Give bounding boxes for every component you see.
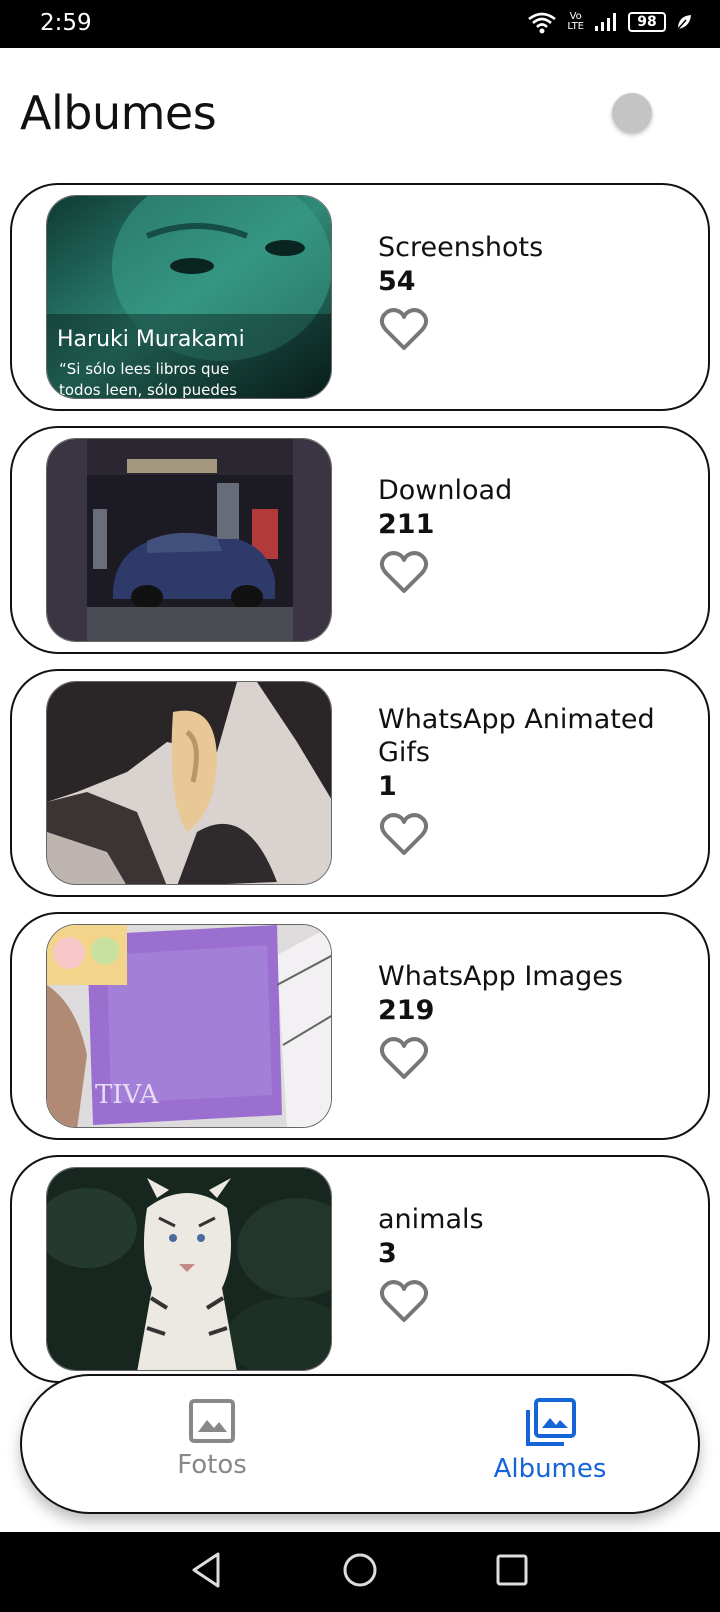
album-name: Download <box>378 475 513 506</box>
heart-outline-icon[interactable] <box>378 1033 430 1083</box>
system-navigation-bar <box>0 1532 720 1612</box>
album-thumbnail <box>46 681 332 885</box>
thumb-brand-text: TIVA <box>95 1080 160 1110</box>
nav-label-albumes: Albumes <box>493 1454 607 1484</box>
album-info: animals 3 <box>378 1203 688 1326</box>
album-count: 211 <box>378 509 435 540</box>
album-name: WhatsApp Animated Gifs <box>378 704 655 768</box>
recents-icon[interactable] <box>494 1550 530 1590</box>
album-name: WhatsApp Images <box>378 961 623 992</box>
heart-outline-icon[interactable] <box>378 1276 430 1326</box>
album-info: WhatsApp Animated Gifs 1 <box>378 703 688 859</box>
album-count: 1 <box>378 771 397 802</box>
album-thumbnail-image: TIVA <box>47 925 331 1127</box>
nav-item-fotos[interactable]: Fotos <box>112 1398 312 1480</box>
thumb-caption-name: Haruki Murakami <box>57 327 245 352</box>
album-thumbnail: TIVA <box>46 924 332 1128</box>
album-count: 3 <box>378 1238 397 1269</box>
status-time: 2:59 <box>40 10 92 36</box>
album-info: WhatsApp Images 219 <box>378 960 688 1083</box>
status-bar: 2:59 Vo LTE 98 <box>0 0 720 48</box>
album-card[interactable]: TIVA WhatsApp Images 219 <box>10 912 710 1140</box>
nav-item-albumes[interactable]: Albumes <box>450 1398 650 1484</box>
album-thumbnail <box>46 438 332 642</box>
album-card[interactable]: animals 3 <box>10 1155 710 1383</box>
album-name: Screenshots <box>378 232 544 263</box>
back-icon[interactable] <box>188 1550 224 1590</box>
album-count: 219 <box>378 995 435 1026</box>
volte-bottom: LTE <box>567 21 584 32</box>
album-thumbnail-image <box>47 1168 331 1370</box>
thumb-caption-line2: todos leen, sólo puedes <box>59 381 237 399</box>
album-card[interactable]: Haruki Murakami “Si sólo lees libros que… <box>10 183 710 411</box>
page-title: Albumes <box>20 86 217 140</box>
album-card[interactable]: WhatsApp Animated Gifs 1 <box>10 669 710 897</box>
photo-library-icon <box>526 1398 576 1446</box>
wifi-icon <box>528 12 557 34</box>
image-icon <box>189 1399 235 1443</box>
signal-icon <box>595 13 616 31</box>
album-count: 54 <box>378 266 416 297</box>
album-thumbnail-image <box>47 439 331 641</box>
album-info: Download 211 <box>378 474 688 597</box>
heart-outline-icon[interactable] <box>378 547 430 597</box>
home-icon[interactable] <box>340 1550 380 1590</box>
volte-indicator: Vo LTE <box>567 12 584 32</box>
album-info: Screenshots 54 <box>378 231 688 354</box>
heart-outline-icon[interactable] <box>378 304 430 354</box>
battery-indicator: 98 <box>628 12 666 32</box>
album-thumbnail: Haruki Murakami “Si sólo lees libros que… <box>46 195 332 399</box>
heart-outline-icon[interactable] <box>378 809 430 859</box>
album-thumbnail <box>46 1167 332 1371</box>
leaf-icon <box>677 15 691 30</box>
thumb-caption-line1: “Si sólo lees libros que <box>59 360 229 378</box>
album-name: animals <box>378 1204 484 1235</box>
theme-toggle-button[interactable] <box>612 93 652 133</box>
album-card[interactable]: Download 211 <box>10 426 710 654</box>
bottom-navigation: Fotos Albumes <box>20 1374 700 1514</box>
status-icons: Vo LTE 98 <box>527 10 692 34</box>
album-thumbnail-image: Haruki Murakami “Si sólo lees libros que… <box>47 196 331 399</box>
nav-label-fotos: Fotos <box>177 1450 247 1480</box>
album-thumbnail-image <box>47 682 331 884</box>
